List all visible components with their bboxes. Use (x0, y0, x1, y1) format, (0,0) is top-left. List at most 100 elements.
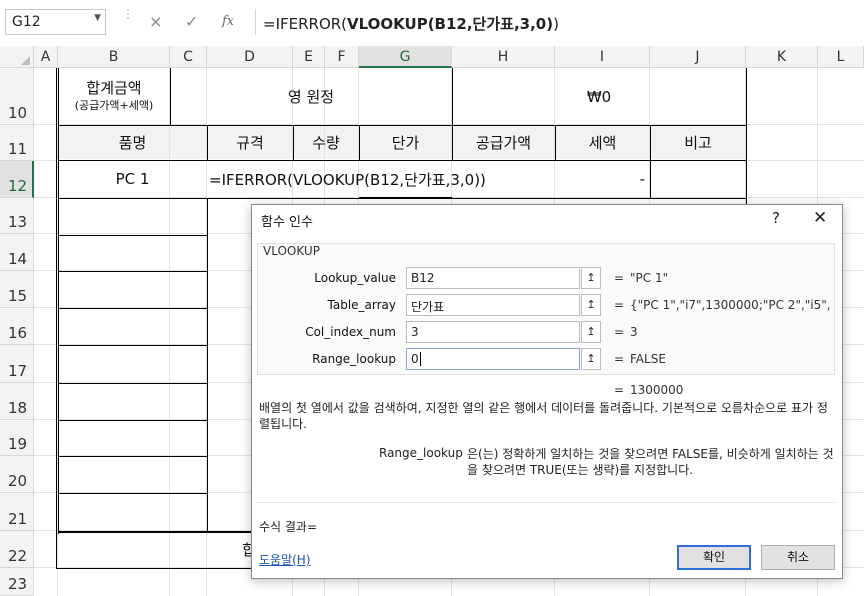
function-result-value: 1300000 (630, 383, 684, 397)
formula-input[interactable]: =IFERROR(VLOOKUP(B12,단가표,3,0)) (255, 9, 864, 35)
item-name-cell[interactable]: PC 1 (58, 161, 207, 197)
item-name: PC 1 (115, 170, 150, 188)
arg-label-col-index-num: Col_index_num (305, 325, 396, 339)
help-icon[interactable]: ? (772, 209, 780, 227)
chevron-down-icon[interactable]: ▼ (94, 13, 101, 23)
column-header-f[interactable]: F (325, 46, 359, 68)
row-header-15[interactable]: 15 (0, 271, 34, 308)
amount-text: 영 원정 (287, 88, 335, 106)
collapse-dialog-icon[interactable]: ↥ (581, 321, 601, 343)
column-header-c[interactable]: C (170, 46, 207, 68)
row-header-22[interactable]: 22 (0, 531, 34, 568)
formula-suffix: ) (553, 15, 559, 33)
collapse-dialog-icon[interactable]: ↥ (581, 348, 601, 370)
header-remarks[interactable]: 비고 (650, 125, 746, 159)
range-lookup-input[interactable]: 0​ (406, 348, 580, 370)
select-all-corner[interactable] (0, 46, 34, 68)
header-label: 비고 (684, 133, 712, 152)
ok-button[interactable]: 확인 (677, 545, 751, 570)
column-header-b[interactable]: B (58, 46, 170, 68)
table-border (56, 68, 57, 568)
column-headers: ABCDEFGHIJKL (0, 46, 864, 68)
table-border (58, 493, 207, 494)
table-border (58, 456, 207, 457)
cancel-button[interactable]: 취소 (761, 545, 835, 570)
help-link[interactable]: 도움말(H) (259, 551, 311, 568)
insert-function-icon[interactable]: fx (222, 14, 234, 29)
close-icon[interactable]: ✕ (813, 208, 827, 228)
arg-result-lookup-value: "PC 1" (630, 271, 669, 285)
total-label-cell[interactable]: 합계금액 (공급가액+세액) (58, 68, 170, 125)
column-header-e[interactable]: E (293, 46, 325, 68)
column-header-a[interactable]: A (34, 46, 58, 68)
column-header-j[interactable]: J (650, 46, 746, 68)
amount-value-cell[interactable]: ₩0 (452, 68, 746, 125)
cell-formula-text: =IFERROR(VLOOKUP(B12,단가표,3,0)) (209, 170, 486, 189)
dialog-title: 함수 인수 (261, 215, 313, 230)
amount-text-cell[interactable]: 영 원정 (170, 68, 452, 125)
arg-input-value: 단가표 (411, 300, 445, 314)
cancel-icon[interactable]: × (149, 12, 162, 31)
row-header-19[interactable]: 19 (0, 420, 34, 456)
header-item-name[interactable]: 품명 (58, 125, 207, 159)
equals-sign: = (614, 352, 625, 366)
table-border (58, 383, 207, 384)
header-unit-price[interactable]: 단가 (359, 125, 452, 159)
header-supply-amount[interactable]: 공급가액 (452, 125, 555, 159)
row-header-14[interactable]: 14 (0, 234, 34, 271)
table-border (58, 271, 207, 272)
text-cursor: ​ (419, 352, 421, 366)
active-cell-formula[interactable]: =IFERROR(VLOOKUP(B12,단가표,3,0)) (209, 161, 539, 197)
header-spec[interactable]: 규격 (207, 125, 293, 159)
formula-bar: G12 ▼ ⋮ × ✓ fx =IFERROR(VLOOKUP(B12,단가표,… (0, 0, 864, 44)
tax-value: - (639, 170, 645, 188)
header-label: 품명 (118, 133, 147, 152)
column-header-k[interactable]: K (746, 46, 818, 68)
collapse-dialog-icon[interactable]: ↥ (581, 267, 601, 289)
row-header-21[interactable]: 21 (0, 493, 34, 531)
arg-label-table-array: Table_array (327, 298, 397, 312)
function-name: VLOOKUP (263, 244, 320, 258)
table-border (650, 160, 651, 198)
col-index-num-input[interactable]: 3 (406, 321, 580, 343)
divider (257, 502, 835, 503)
total-label: 합계금액 (86, 78, 142, 97)
equals-sign: = (614, 383, 625, 397)
table-array-input[interactable]: 단가표 (406, 294, 580, 316)
tax-cell[interactable]: - (555, 161, 645, 197)
column-header-h[interactable]: H (452, 46, 555, 68)
arg-result-range-lookup: FALSE (630, 352, 666, 366)
argument-description-name: Range_lookup (379, 446, 463, 460)
equals-sign: = (614, 325, 625, 339)
row-header-16[interactable]: 16 (0, 308, 34, 345)
column-header-i[interactable]: I (555, 46, 650, 68)
arg-label-lookup-value: Lookup_value (314, 271, 396, 285)
row-header-13[interactable]: 13 (0, 198, 34, 234)
row-header-12[interactable]: 12 (0, 161, 34, 198)
collapse-dialog-icon[interactable]: ↥ (581, 294, 601, 316)
header-label: 공급가액 (475, 133, 532, 152)
column-header-g[interactable]: G (359, 46, 452, 68)
row-header-10[interactable]: 10 (0, 68, 34, 125)
arg-input-value: B12 (411, 271, 435, 285)
lookup-value-input[interactable]: B12 (406, 267, 580, 289)
table-border (58, 420, 207, 421)
table-border (207, 198, 208, 531)
amount-value: ₩0 (586, 87, 612, 106)
header-tax[interactable]: 세액 (555, 125, 650, 159)
row-header-20[interactable]: 20 (0, 456, 34, 493)
name-box[interactable]: G12 ▼ (5, 9, 106, 35)
column-header-l[interactable]: L (818, 46, 864, 68)
name-box-value: G12 (12, 14, 41, 30)
row-header-17[interactable]: 17 (0, 345, 34, 383)
grip-icon[interactable]: ⋮ (122, 8, 134, 34)
header-quantity[interactable]: 수량 (293, 125, 359, 159)
enter-icon[interactable]: ✓ (185, 12, 198, 31)
arg-result-col-index-num: 3 (630, 325, 638, 339)
header-label: 수량 (312, 133, 340, 152)
row-header-11[interactable]: 11 (0, 125, 34, 161)
column-header-d[interactable]: D (207, 46, 293, 68)
row-header-23[interactable]: 23 (0, 568, 34, 596)
row-header-18[interactable]: 18 (0, 383, 34, 420)
equals-sign: = (614, 298, 625, 312)
